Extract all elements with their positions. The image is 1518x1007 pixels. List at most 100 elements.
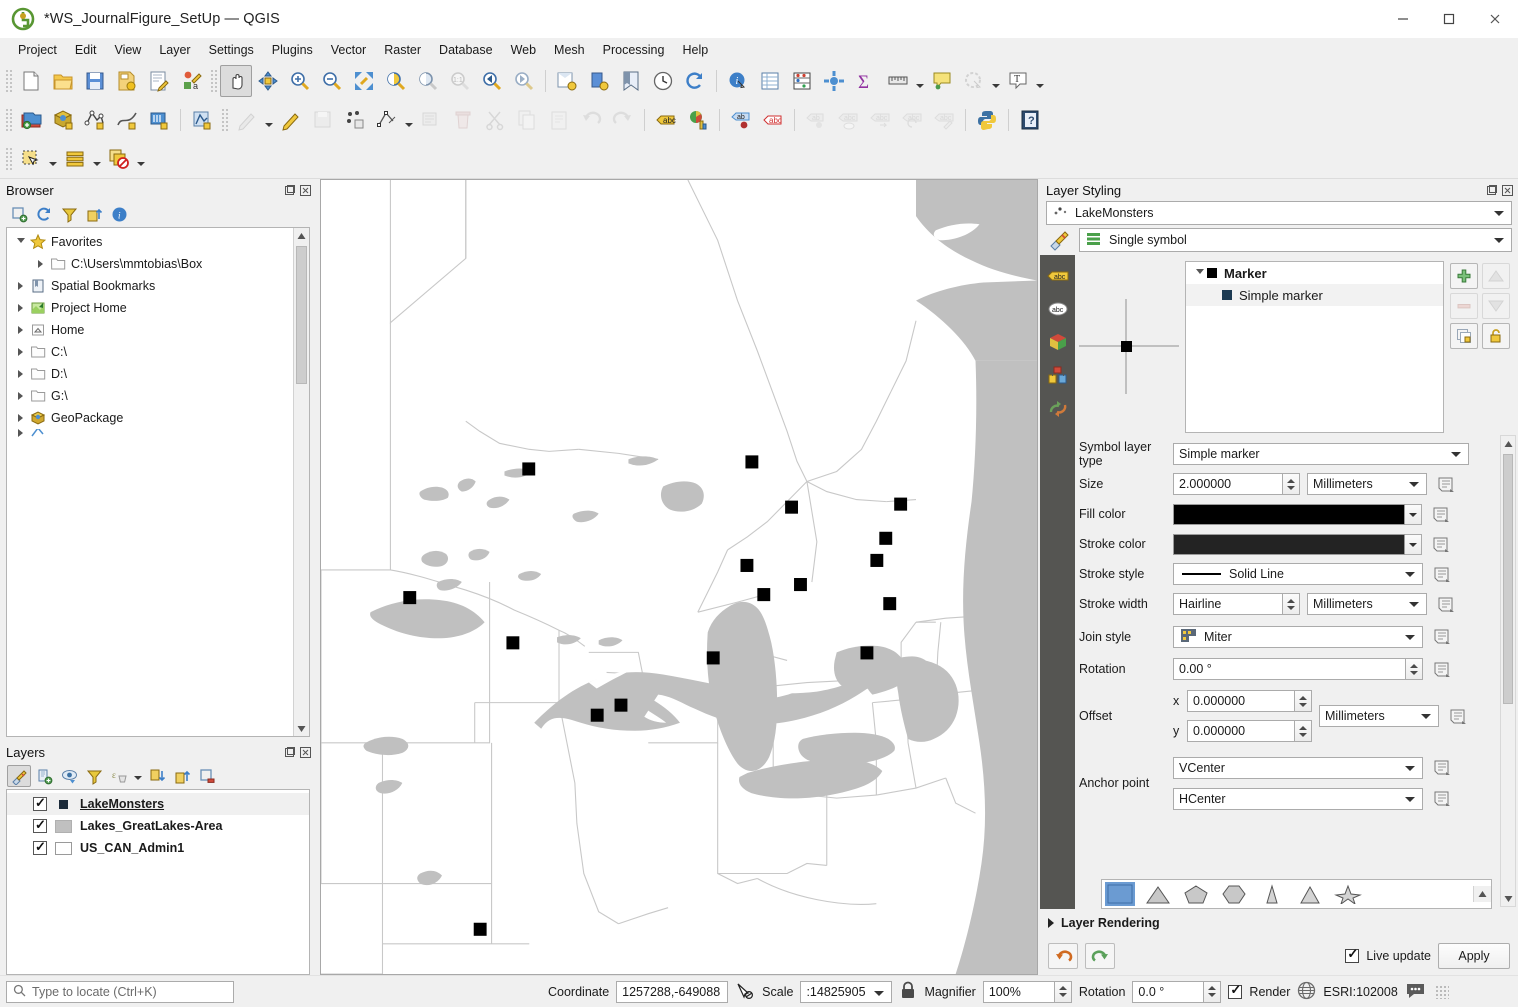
join-style-data-defined-override-icon[interactable] <box>1429 628 1455 645</box>
redo-icon[interactable] <box>1085 943 1115 969</box>
shape-hexagon[interactable] <box>1219 882 1249 906</box>
menu-mesh[interactable]: Mesh <box>545 41 594 59</box>
menu-database[interactable]: Database <box>430 41 502 59</box>
new-3d-map-view-icon[interactable] <box>583 65 615 97</box>
browser-item-spatial-bookmarks[interactable]: Spatial Bookmarks <box>7 275 309 297</box>
magnifier-input[interactable]: 100% <box>982 980 1055 1003</box>
anchor-horizontal-combo[interactable]: HCenter <box>1173 787 1423 810</box>
browser-item-home[interactable]: Home <box>7 319 309 341</box>
remove-symbol-layer-icon[interactable] <box>1450 293 1478 319</box>
layers-float-button[interactable] <box>283 746 296 759</box>
menu-help[interactable]: Help <box>673 41 717 59</box>
add-layer-icon[interactable] <box>7 203 31 225</box>
layer-rendering-section[interactable]: Layer Rendering <box>1040 909 1518 937</box>
browser-float-button[interactable] <box>283 184 296 197</box>
move-label-icon[interactable]: ab <box>800 104 832 136</box>
rotation-data-defined-override-icon[interactable] <box>1429 661 1455 678</box>
collapse-all-icon[interactable] <box>170 765 194 787</box>
coordinate-input[interactable]: 1257288,-649088 <box>616 980 729 1003</box>
remove-layer-icon[interactable] <box>195 765 219 787</box>
expression-filter-icon[interactable]: ε <box>107 765 131 787</box>
minimize-button[interactable] <box>1380 0 1426 38</box>
offset-x-input[interactable]: 0.000000 <box>1187 690 1295 712</box>
expand-toggle[interactable] <box>13 326 28 334</box>
layers-close-button[interactable] <box>299 746 312 759</box>
vertex-tool-caret[interactable] <box>403 104 415 136</box>
masks-icon[interactable]: abc <box>1045 297 1071 321</box>
close-button[interactable] <box>1472 0 1518 38</box>
toggle-extents-icon[interactable] <box>735 981 755 1003</box>
menu-settings[interactable]: Settings <box>200 41 263 59</box>
size-input[interactable]: 2.000000 <box>1173 473 1283 495</box>
add-group-icon[interactable] <box>32 765 56 787</box>
menu-raster[interactable]: Raster <box>375 41 430 59</box>
open-project-icon[interactable] <box>47 65 79 97</box>
fill-color-dropdown[interactable] <box>1405 503 1422 525</box>
layer-row-us-can-admin1[interactable]: US_CAN_Admin1 <box>7 837 309 859</box>
expand-toggle[interactable] <box>1192 268 1207 278</box>
fill-color-swatch[interactable] <box>1173 503 1405 525</box>
locator-search-input[interactable]: Type to locate (Ctrl+K) <box>6 980 234 1003</box>
toolbar-grip-digitize[interactable] <box>220 106 229 133</box>
scroll-up-icon[interactable] <box>1501 436 1515 452</box>
move-up-icon[interactable] <box>1482 263 1510 289</box>
browser-item-drive-g[interactable]: G:\ <box>7 385 309 407</box>
expand-toggle[interactable] <box>13 282 28 290</box>
lock-scale-icon[interactable] <box>899 981 917 1003</box>
temporal-controller-icon[interactable] <box>647 65 679 97</box>
processing-toolbox-icon[interactable] <box>818 65 850 97</box>
layer-selector-combo[interactable]: LakeMonsters <box>1046 201 1512 225</box>
style-manager-icon[interactable]: a <box>175 65 207 97</box>
measure-line-icon[interactable] <box>882 65 914 97</box>
size-stepper[interactable] <box>1283 473 1300 495</box>
shape-square[interactable] <box>1105 882 1135 906</box>
shape-equilateral-triangle[interactable] <box>1295 882 1325 906</box>
current-edits-icon[interactable] <box>231 104 263 136</box>
rotation-stepper[interactable] <box>1406 658 1423 680</box>
new-spatial-bookmark-icon[interactable] <box>615 65 647 97</box>
scrollbar-thumb[interactable] <box>296 246 307 384</box>
current-edits-caret[interactable] <box>263 104 275 136</box>
add-symbol-layer-icon[interactable] <box>1450 263 1478 289</box>
select-by-expression-caret[interactable] <box>91 143 103 175</box>
select-by-expression-icon[interactable] <box>59 143 91 175</box>
expression-filter-caret[interactable] <box>132 765 144 787</box>
identify-features-icon[interactable]: i <box>722 65 754 97</box>
browser-item-project-home[interactable]: Project Home <box>7 297 309 319</box>
add-postgis-layer-icon[interactable] <box>186 104 218 136</box>
measure-dropdown-caret[interactable] <box>914 65 926 97</box>
layer-visibility-checkbox[interactable] <box>33 839 47 855</box>
styling-float-button[interactable] <box>1485 184 1498 197</box>
toolbar-grip-data[interactable] <box>4 106 13 133</box>
select-features-caret[interactable] <box>47 143 59 175</box>
zoom-to-selection-icon[interactable] <box>380 65 412 97</box>
change-label-icon[interactable]: abc <box>864 104 896 136</box>
undo-icon[interactable] <box>1048 943 1078 969</box>
expand-toggle[interactable] <box>13 348 28 356</box>
scrollbar-thumb[interactable] <box>1503 454 1513 704</box>
zoom-native-icon[interactable]: 1:1 <box>444 65 476 97</box>
add-delimited-text-layer-icon[interactable] <box>143 104 175 136</box>
stroke-color-data-defined-override-icon[interactable] <box>1428 536 1454 553</box>
show-hide-labels-icon[interactable]: abc <box>832 104 864 136</box>
layer-visibility-checkbox[interactable] <box>33 795 47 811</box>
layer-row-lakemonsters[interactable]: LakeMonsters <box>7 793 309 815</box>
browser-item-drive-c[interactable]: C:\ <box>7 341 309 363</box>
move-down-icon[interactable] <box>1482 293 1510 319</box>
anchor-vertical-combo[interactable]: VCenter <box>1173 756 1423 779</box>
menu-project[interactable]: Project <box>9 41 66 59</box>
maximize-button[interactable] <box>1426 0 1472 38</box>
add-raster-layer-icon[interactable] <box>79 104 111 136</box>
rotation-input[interactable]: 0.00 ° <box>1173 658 1406 680</box>
browser-item-partial[interactable] <box>7 429 309 437</box>
stroke-width-data-defined-override-icon[interactable] <box>1433 596 1459 613</box>
browser-item-favorites[interactable]: Favorites <box>7 231 309 253</box>
pan-map-icon[interactable] <box>220 64 252 97</box>
resize-grip[interactable] <box>1434 984 1449 999</box>
new-print-layout-icon[interactable] <box>143 65 175 97</box>
filter-legend-icon[interactable] <box>82 765 106 787</box>
symbol-tree-row-marker[interactable]: Marker <box>1186 262 1443 284</box>
browser-item-box-folder[interactable]: C:\Users\mmtobias\Box <box>7 253 309 275</box>
stroke-color-dropdown[interactable] <box>1405 533 1422 555</box>
refresh-icon[interactable] <box>32 203 56 225</box>
